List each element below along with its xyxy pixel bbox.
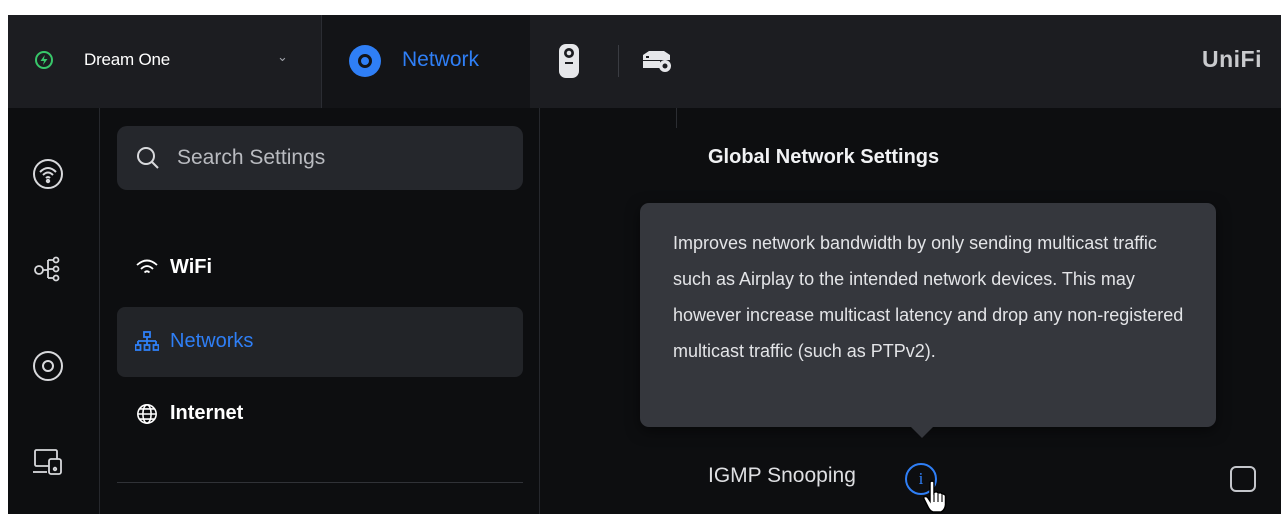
igmp-snooping-label: IGMP Snooping: [708, 464, 856, 487]
nav-divider: [117, 482, 523, 483]
wifi-icon[interactable]: [32, 158, 64, 190]
globe-icon: [135, 403, 159, 425]
search-icon: [137, 147, 159, 169]
device-settings-icon[interactable]: [640, 49, 674, 73]
top-bar: Dream One ⌄ Network UniFi: [8, 15, 1281, 108]
app-tab-network-label: Network: [402, 48, 480, 71]
content-divider: [676, 108, 677, 128]
target-icon[interactable]: [32, 350, 64, 382]
nav-item-label: Networks: [170, 330, 254, 352]
nav-item-networks[interactable]: Networks: [117, 307, 523, 377]
wifi-icon: [135, 257, 159, 279]
online-status-icon: [35, 51, 53, 69]
search-input[interactable]: [177, 143, 497, 173]
nav-item-label: Internet: [170, 402, 244, 424]
devices-icon[interactable]: [32, 446, 64, 478]
app-window: Dream One ⌄ Network UniFi Search Setting…: [8, 15, 1281, 514]
protect-camera-icon[interactable]: [556, 43, 582, 79]
search-settings[interactable]: [117, 126, 523, 190]
igmp-snooping-tooltip: Improves network bandwidth by only sendi…: [640, 203, 1216, 438]
nav-item-wifi[interactable]: WiFi: [117, 233, 523, 303]
app-side-rail: [8, 108, 100, 514]
tooltip-text: Improves network bandwidth by only sendi…: [673, 233, 1184, 361]
igmp-snooping-checkbox[interactable]: [1230, 466, 1256, 492]
network-tree-icon: [134, 331, 160, 353]
nav-item-internet[interactable]: Internet: [117, 379, 523, 449]
topology-icon[interactable]: [32, 253, 64, 285]
hand-cursor-icon: [922, 480, 948, 514]
console-name: Dream One: [84, 50, 171, 69]
network-app-icon: [349, 45, 381, 77]
section-title: Global Network Settings: [708, 146, 940, 168]
settings-nav: WiFi Networks Internet: [100, 108, 540, 514]
topbar-divider: [618, 45, 619, 77]
console-switcher[interactable]: Dream One ⌄: [8, 15, 322, 108]
nav-item-label: WiFi: [170, 256, 213, 278]
app-tab-network[interactable]: Network: [322, 15, 530, 108]
chevron-down-icon: ⌄: [277, 49, 288, 64]
unifi-logo: UniFi: [1202, 46, 1262, 72]
settings-content: Global Network Settings Improves network…: [541, 108, 1281, 514]
